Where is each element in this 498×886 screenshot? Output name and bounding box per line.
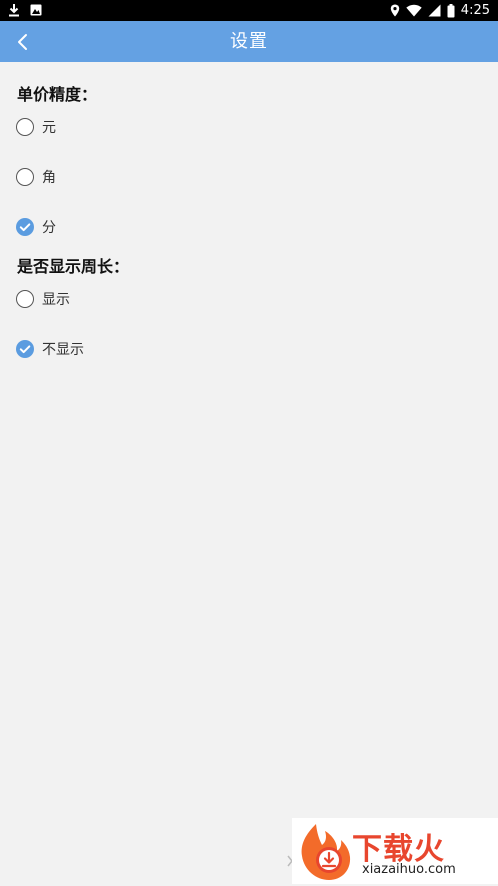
radio-checked-icon[interactable]	[16, 340, 34, 358]
precision-option-fen[interactable]: 分	[16, 216, 56, 238]
perimeter-option-show[interactable]: 显示	[16, 288, 70, 310]
battery-icon	[447, 3, 455, 18]
status-right: 4:25	[390, 0, 490, 21]
status-left	[8, 3, 42, 17]
radio-unchecked-icon[interactable]	[16, 168, 34, 186]
precision-option-yuan[interactable]: 元	[16, 116, 56, 138]
status-bar: 4:25	[0, 0, 498, 21]
radio-checked-icon[interactable]	[16, 218, 34, 236]
precision-section-title: 单价精度：	[17, 85, 98, 104]
perimeter-option-hide[interactable]: 不显示	[16, 338, 84, 360]
photo-icon	[30, 4, 42, 16]
download-icon	[8, 3, 20, 17]
option-label: 显示	[42, 292, 70, 308]
signal-icon	[428, 4, 441, 17]
status-time: 4:25	[460, 3, 490, 18]
radio-unchecked-icon[interactable]	[16, 118, 34, 136]
wifi-icon	[406, 4, 422, 17]
option-label: 分	[42, 220, 56, 236]
page-title: 设置	[230, 31, 268, 52]
option-label: 不显示	[42, 342, 84, 358]
option-label: 角	[42, 170, 56, 186]
option-label: 元	[42, 120, 56, 136]
location-icon	[390, 4, 400, 17]
perimeter-section-title: 是否显示周长：	[17, 257, 130, 276]
watermark: 下载火 xiazaihuo.com	[292, 818, 498, 884]
radio-unchecked-icon[interactable]	[16, 290, 34, 308]
precision-option-jiao[interactable]: 角	[16, 166, 56, 188]
app-bar: 设置	[0, 21, 498, 62]
flame-logo-icon	[298, 822, 352, 886]
watermark-domain: xiazaihuo.com	[362, 862, 456, 877]
